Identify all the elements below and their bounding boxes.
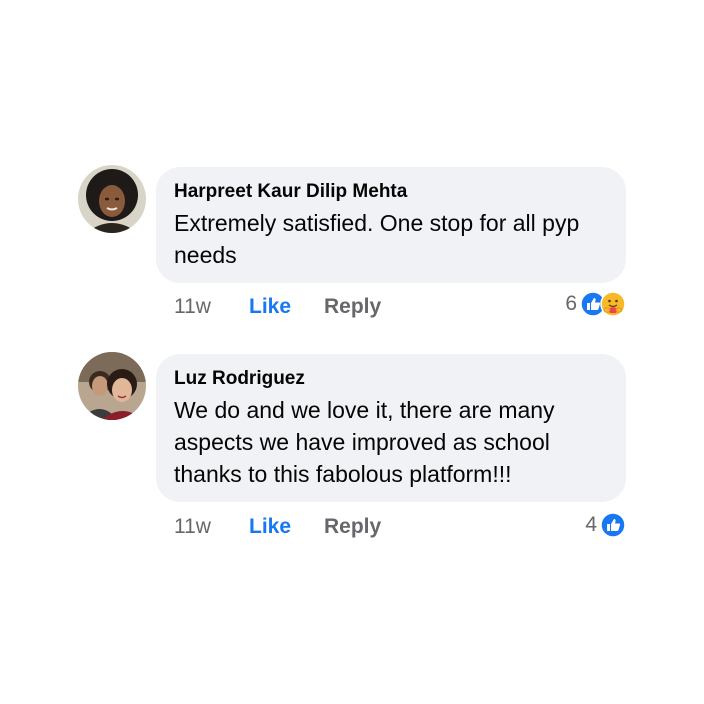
like-button[interactable]: Like — [249, 295, 324, 319]
comment-bubble: Harpreet Kaur Dilip Mehta Extremely sati… — [156, 167, 626, 283]
care-icon — [600, 291, 626, 317]
comments-section: Harpreet Kaur Dilip Mehta Extremely sati… — [0, 0, 704, 704]
comment-timestamp[interactable]: 11w — [174, 295, 249, 319]
reactions-summary[interactable]: 6 — [565, 289, 626, 319]
like-icon — [600, 512, 626, 538]
reply-button[interactable]: Reply — [324, 295, 381, 319]
comment-timestamp[interactable]: 11w — [174, 515, 249, 539]
comment-author[interactable]: Harpreet Kaur Dilip Mehta — [174, 179, 626, 205]
comment-text: We do and we love it, there are many asp… — [174, 397, 555, 487]
reply-button[interactable]: Reply — [324, 515, 381, 539]
like-button[interactable]: Like — [249, 515, 324, 539]
reaction-count: 6 — [565, 292, 577, 315]
comment-actions: 11w Like Reply — [174, 292, 381, 322]
comment-bubble: Luz Rodriguez We do and we love it, ther… — [156, 354, 626, 502]
avatar[interactable] — [78, 352, 146, 420]
avatar[interactable] — [78, 165, 146, 233]
comment-actions: 11w Like Reply — [174, 512, 381, 542]
comment-text: Extremely satisfied. One stop for all py… — [174, 210, 580, 268]
comment-author[interactable]: Luz Rodriguez — [174, 366, 626, 392]
reactions-summary[interactable]: 4 — [585, 510, 626, 540]
reaction-count: 4 — [585, 513, 597, 536]
